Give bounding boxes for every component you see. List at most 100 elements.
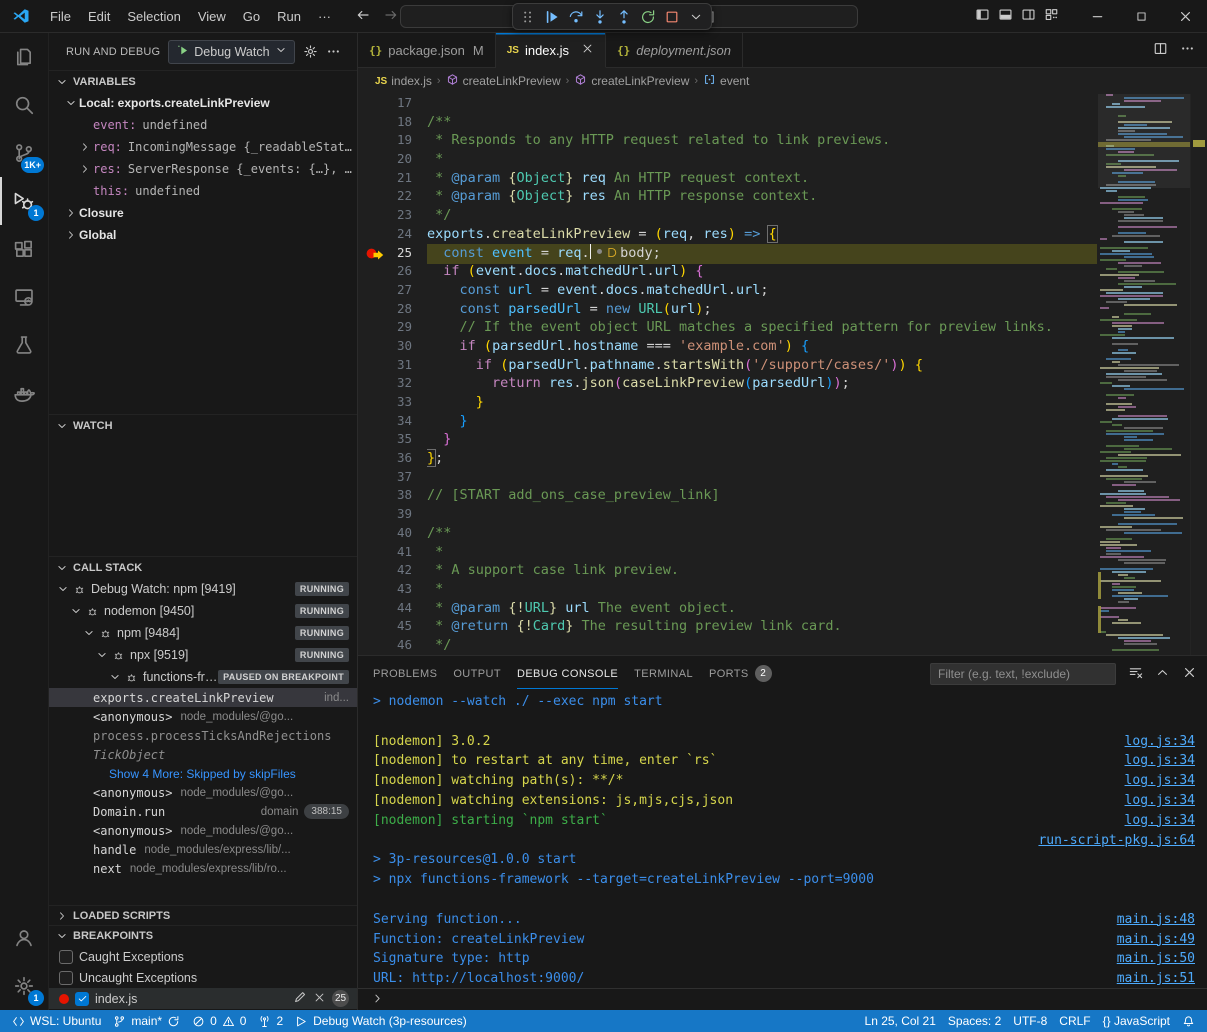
code-line[interactable]: 21 * @param {Object} req An HTTP request… <box>358 169 1207 188</box>
variable-row[interactable]: event:undefined <box>49 114 357 136</box>
activity-explorer[interactable] <box>0 33 48 81</box>
show-more-link[interactable]: Show 4 More: Skipped by skipFiles <box>49 764 357 783</box>
indentation[interactable]: Spaces: 2 <box>942 1010 1007 1032</box>
code-line[interactable]: 29 // If the event object URL matches a … <box>358 318 1207 337</box>
menu-go[interactable]: Go <box>235 6 268 27</box>
toggle-primary-sidebar-icon[interactable] <box>975 7 990 25</box>
minimize-button[interactable] <box>1075 0 1119 32</box>
breakpoint-row[interactable]: Caught Exceptions <box>49 946 357 967</box>
git-branch[interactable]: main* <box>107 1010 186 1032</box>
code-line[interactable]: 17 <box>358 94 1207 113</box>
debug-console-input[interactable] <box>358 988 1207 1010</box>
code-line[interactable]: 25 const event = req.body; <box>358 244 1207 263</box>
code-line[interactable]: 18/** <box>358 113 1207 132</box>
activity-run-and-debug[interactable]: 1 <box>0 177 48 225</box>
continue-button[interactable] <box>541 6 563 28</box>
source-link[interactable]: log.js:34 <box>1125 811 1195 831</box>
close-button[interactable] <box>1163 0 1207 32</box>
editor-more-actions-icon[interactable] <box>1180 41 1195 59</box>
activity-search[interactable] <box>0 81 48 129</box>
tab-deployment.json[interactable]: {}deployment.json <box>606 33 743 67</box>
breakpoint-checkbox[interactable] <box>59 950 73 964</box>
cursor-position[interactable]: Ln 25, Col 21 <box>859 1010 942 1032</box>
code-line[interactable]: 24exports.createLinkPreview = (req, res)… <box>358 225 1207 244</box>
step-into-button[interactable] <box>589 6 611 28</box>
encoding[interactable]: UTF-8 <box>1007 1010 1053 1032</box>
menu-selection[interactable]: Selection <box>119 6 188 27</box>
menu-view[interactable]: View <box>190 6 234 27</box>
close-tab-icon[interactable] <box>581 42 594 58</box>
split-editor-icon[interactable] <box>1153 41 1168 59</box>
activity-source-control[interactable]: 1K+ <box>0 129 48 177</box>
minimap[interactable] <box>1098 94 1190 655</box>
variable-row[interactable]: Closure <box>49 202 357 224</box>
toggle-panel-icon[interactable] <box>998 7 1013 25</box>
code-line[interactable]: 36}; <box>358 449 1207 468</box>
panel-tab-debug-console[interactable]: DEBUG CONSOLE <box>517 656 618 691</box>
callstack-session[interactable]: npx [9519]RUNNING <box>49 644 357 666</box>
variable-row[interactable]: this:undefined <box>49 180 357 202</box>
callstack-session[interactable]: functions-fra...PAUSED ON BREAKPOINT <box>49 666 357 688</box>
callstack-session[interactable]: Debug Watch: npm [9419]RUNNING <box>49 578 357 600</box>
step-over-button[interactable] <box>565 6 587 28</box>
code-line[interactable]: 43 * <box>358 580 1207 599</box>
source-link[interactable]: main.js:50 <box>1117 949 1195 969</box>
breakpoint-row[interactable]: Uncaught Exceptions <box>49 967 357 988</box>
go-forward-icon[interactable] <box>383 7 399 26</box>
breadcrumb-item[interactable]: JSindex.js <box>375 74 432 88</box>
clear-console-icon[interactable] <box>1128 665 1143 683</box>
variable-row[interactable]: req:IncomingMessage {_readableState:… <box>49 136 357 158</box>
tab-package.json[interactable]: {}package.jsonM <box>358 33 496 67</box>
stack-frame[interactable]: <anonymous>node_modules/@go... <box>49 783 357 802</box>
code-line[interactable]: 30 if (parsedUrl.hostname === 'example.c… <box>358 337 1207 356</box>
source-link[interactable]: log.js:34 <box>1125 791 1195 811</box>
activity-testing[interactable] <box>0 321 48 369</box>
stack-frame[interactable]: exports.createLinkPreviewind... <box>49 688 357 707</box>
panel-tab-problems[interactable]: PROBLEMS <box>373 656 437 691</box>
code-line[interactable]: 27 const url = event.docs.matchedUrl.url… <box>358 281 1207 300</box>
close-panel-icon[interactable] <box>1182 665 1197 683</box>
code-line[interactable]: 38// [START add_ons_case_preview_link] <box>358 486 1207 505</box>
menu-edit[interactable]: Edit <box>80 6 118 27</box>
code-line[interactable]: 32 return res.json(caseLinkPreview(parse… <box>358 374 1207 393</box>
tab-index.js[interactable]: JSindex.js <box>496 33 606 68</box>
callstack-session[interactable]: npm [9484]RUNNING <box>49 622 357 644</box>
source-link[interactable]: main.js:51 <box>1117 969 1195 988</box>
source-link[interactable]: log.js:34 <box>1125 732 1195 752</box>
source-link[interactable]: log.js:34 <box>1125 771 1195 791</box>
stack-frame[interactable]: Domain.rundomain388:15 <box>49 802 357 821</box>
stack-frame[interactable]: <anonymous>node_modules/@go... <box>49 707 357 726</box>
stop-button[interactable] <box>661 6 683 28</box>
stack-frame[interactable]: TickObject <box>49 745 357 764</box>
code-line[interactable]: 45 * @return {!Card} The resulting previ… <box>358 617 1207 636</box>
code-line[interactable]: 39 <box>358 505 1207 524</box>
toggle-secondary-sidebar-icon[interactable] <box>1021 7 1036 25</box>
code-line[interactable]: 35 } <box>358 430 1207 449</box>
activity-accounts[interactable] <box>0 914 48 962</box>
maximize-panel-icon[interactable] <box>1155 665 1170 683</box>
breadcrumb-item[interactable]: event <box>703 73 749 89</box>
debug-session-status[interactable]: Debug Watch (3p-resources) <box>289 1010 473 1032</box>
code-line[interactable]: 33 } <box>358 393 1207 412</box>
variable-row[interactable]: res:ServerResponse {_events: {…}, _e… <box>49 158 357 180</box>
stack-frame[interactable]: nextnode_modules/express/lib/ro... <box>49 859 357 878</box>
drag-handle[interactable] <box>517 6 539 28</box>
eol-sequence[interactable]: CRLF <box>1053 1010 1096 1032</box>
loaded-scripts-header[interactable]: LOADED SCRIPTS <box>49 905 357 925</box>
problems-status[interactable]: 00 <box>186 1010 252 1032</box>
stack-frame[interactable]: <anonymous>node_modules/@go... <box>49 821 357 840</box>
step-out-button[interactable] <box>613 6 635 28</box>
breakpoint-checkbox[interactable] <box>75 992 89 1006</box>
code-line[interactable]: 41 * <box>358 543 1207 562</box>
activity-docker[interactable] <box>0 369 48 417</box>
panel-tab-output[interactable]: OUTPUT <box>453 656 501 691</box>
source-link[interactable]: main.js:48 <box>1117 910 1195 930</box>
code-line[interactable]: 34 } <box>358 412 1207 431</box>
remote-indicator[interactable]: WSL: Ubuntu <box>6 1010 107 1032</box>
breadcrumb-item[interactable]: createLinkPreview <box>574 73 689 89</box>
code-line[interactable]: 46 */ <box>358 636 1207 655</box>
menu-file[interactable]: File <box>42 6 79 27</box>
watch-header[interactable]: WATCH <box>49 414 357 436</box>
code-line[interactable]: 44 * @param {!URL} url The event object. <box>358 599 1207 618</box>
code-line[interactable]: 28 const parsedUrl = new URL(url); <box>358 300 1207 319</box>
